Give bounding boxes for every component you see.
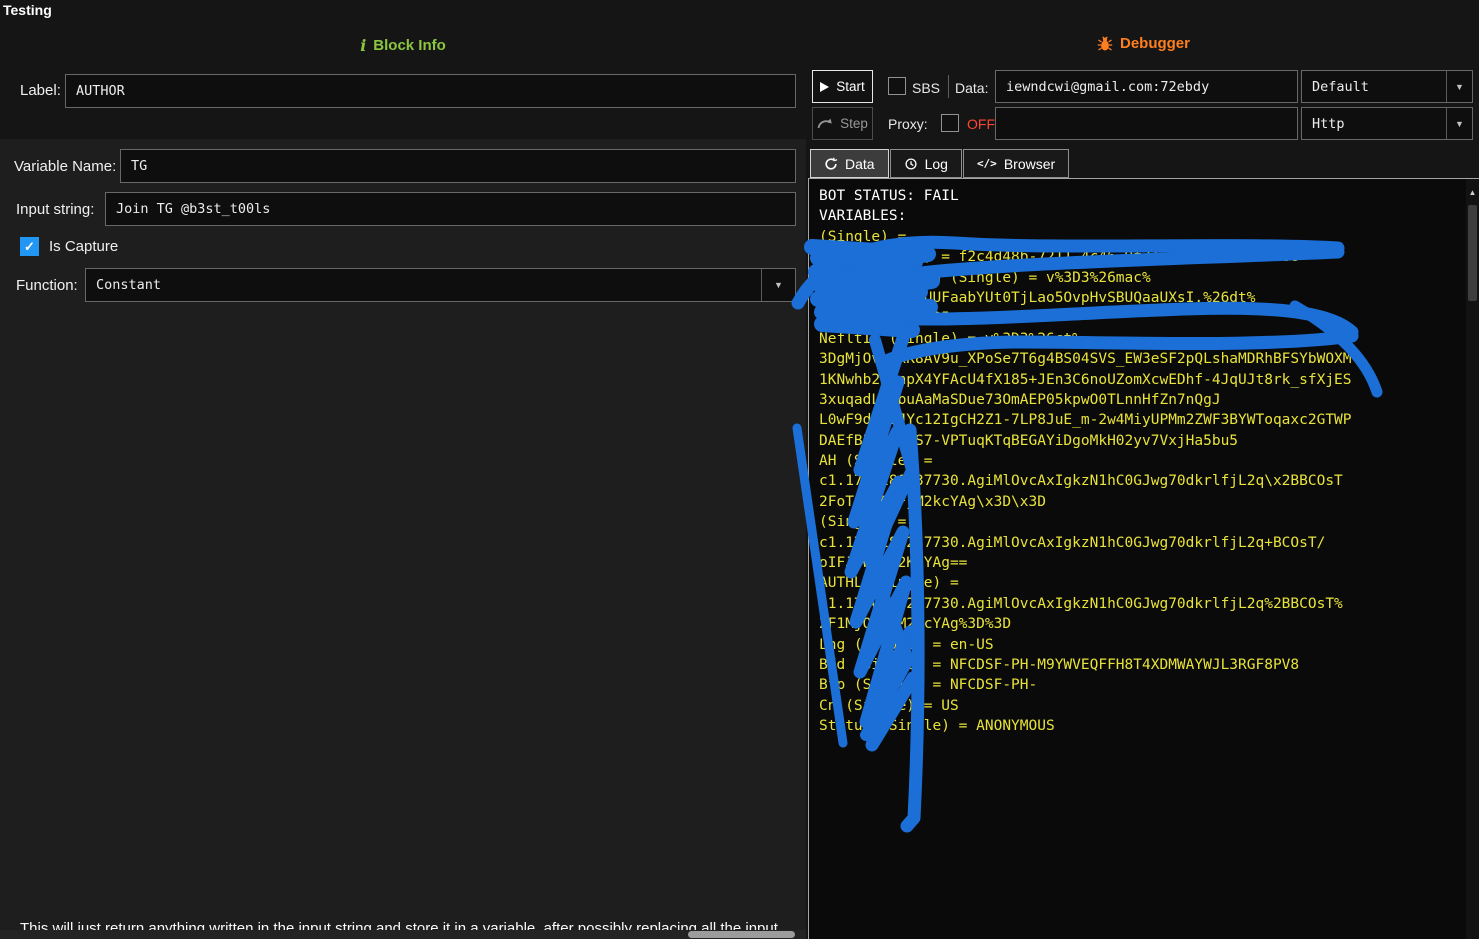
tab-browser-label: Browser: [1004, 156, 1055, 172]
tab-log[interactable]: Log: [890, 149, 962, 178]
block-info-title: Block Info: [373, 37, 446, 54]
dropdown-arrow-box[interactable]: ▼: [761, 269, 795, 301]
variable-name-input[interactable]: [120, 149, 796, 183]
info-icon: i: [360, 36, 366, 55]
play-icon: [820, 82, 829, 92]
block-info-panel-background: [0, 139, 806, 939]
horizontal-scrollbar-thumb[interactable]: [688, 931, 795, 938]
tab-log-label: Log: [925, 156, 948, 172]
log-variables-header: VARIABLES:: [819, 206, 1463, 226]
wordlist-type-dropdown[interactable]: Default ▼: [1301, 70, 1473, 103]
sbs-label: SBS: [912, 80, 940, 96]
log-line: (Single) =: [819, 227, 1463, 247]
log-line: oIFJyWFjM2KcYAg==: [819, 553, 1463, 573]
step-button[interactable]: Step: [812, 107, 873, 140]
log-line: (Single) =: [819, 512, 1463, 532]
chevron-down-icon: ▼: [1455, 82, 1464, 92]
log-line: 3D1750280238025: [819, 308, 1463, 328]
log-line: AH (Single) =: [819, 451, 1463, 471]
proxy-checkbox[interactable]: ✓: [941, 114, 959, 132]
label-field-label: Label:: [20, 82, 61, 99]
checkmark-icon: ✓: [24, 240, 35, 253]
log-line: Status (Single) = ANONYMOUS: [819, 716, 1463, 736]
wordlist-type-value: Default: [1312, 79, 1369, 95]
log-line: c1.1750280237730.AgiMlOvcAxIgkzN1hC0GJwg…: [819, 533, 1463, 553]
horizontal-scrollbar[interactable]: [0, 930, 806, 939]
input-string-label: Input string:: [16, 201, 94, 218]
chevron-down-icon: ▼: [774, 280, 783, 290]
log-line: c1.1750280237730.AgiMlOvcAxIgkzN1hC0GJwg…: [819, 471, 1463, 491]
proxy-field-label: Proxy:: [888, 116, 928, 132]
step-arrow-icon: [817, 117, 833, 130]
tab-data[interactable]: Data: [810, 149, 889, 178]
tab-browser[interactable]: </> Browser: [963, 149, 1069, 178]
chevron-down-icon: ▼: [1455, 119, 1464, 129]
dropdown-arrow-box[interactable]: ▼: [1446, 71, 1472, 102]
debugger-header: Debugger: [808, 35, 1479, 52]
log-line: 3D17AQABABSDUUFaabYUt0TjLao5OvpHvSBUQaaU…: [819, 288, 1463, 308]
refresh-circle-icon: [824, 157, 838, 171]
log-vertical-scrollbar[interactable]: ▲: [1466, 179, 1479, 939]
log-line: fbsn (Single) = f2c4d48b-7211-4c46-9f21-…: [819, 247, 1463, 267]
label-input[interactable]: [65, 74, 796, 108]
function-dropdown[interactable]: Constant ▼: [85, 268, 796, 302]
log-line: NefltId (Single) = v%3D3%26ct%: [819, 329, 1463, 349]
scroll-up-arrow[interactable]: ▲: [1466, 189, 1479, 197]
log-line: c1.1750280237730.AgiMlOvcAxIgkzN1hC0GJwg…: [819, 594, 1463, 614]
divider: [948, 75, 949, 98]
proxy-type-dropdown[interactable]: Http ▼: [1301, 107, 1473, 140]
start-button[interactable]: Start: [812, 70, 873, 103]
page-title: Testing: [3, 2, 52, 18]
log-line: DAEfBLnO052S7-VPTuqKTqBEGAYiDgoMkH02yv7V…: [819, 431, 1463, 451]
proxy-status-badge: OFF: [967, 116, 995, 132]
debugger-title: Debugger: [1120, 35, 1190, 52]
proxy-type-value: Http: [1312, 116, 1345, 132]
log-line: 2FoT1MjOwFjM2kcYAg\x3D\x3D: [819, 492, 1463, 512]
log-line: ecrcoNatelixId (Single) = v%3D3%26mac%: [819, 268, 1463, 288]
proxy-input[interactable]: [995, 107, 1298, 140]
data-field-label: Data:: [955, 80, 988, 96]
function-label: Function:: [16, 277, 78, 294]
history-clock-icon: [904, 157, 918, 171]
debugger-log-output: BOT STATUS: FAIL VARIABLES: (Single) = f…: [808, 178, 1479, 939]
log-line: AUTHL (Single) =: [819, 573, 1463, 593]
log-line: Lng (Single) = en-US: [819, 635, 1463, 655]
data-input[interactable]: [995, 70, 1298, 103]
log-line: Bfd (Single) = NFCDSF-PH-M9YWVEQFFH8T4XD…: [819, 655, 1463, 675]
dropdown-arrow-box[interactable]: ▼: [1446, 108, 1472, 139]
debugger-tabs: Data Log </> Browser: [810, 149, 1070, 178]
log-line: Bfp (Single) = NFCDSF-PH-: [819, 675, 1463, 695]
tab-data-label: Data: [845, 156, 875, 172]
log-line: 1KNwhb2RZnpX4YFAcU4fX185+JEn3C6noUZomXcw…: [819, 370, 1463, 390]
is-capture-label: Is Capture: [49, 238, 118, 255]
log-scrollbar-thumb[interactable]: [1468, 205, 1477, 301]
start-button-label: Start: [836, 79, 865, 94]
bug-icon: [1097, 36, 1113, 52]
sbs-checkbox[interactable]: ✓: [888, 77, 906, 95]
step-button-label: Step: [840, 116, 868, 131]
block-info-header: i Block Info: [0, 36, 806, 55]
log-line: L0wF9dnY8JYc12IgCH2Z1-7LP8JuE_m-2w4MiyUP…: [819, 410, 1463, 430]
log-line: 3DgMjOvcAxK8AV9u_XPoSe7T6g4BS04SVS_EW3eS…: [819, 349, 1463, 369]
log-line: 3xuqadLu/buAaMaSDue73OmAEP05kpwO0TLnnHfZ…: [819, 390, 1463, 410]
log-bot-status: BOT STATUS: FAIL: [819, 186, 1463, 206]
is-capture-checkbox[interactable]: ✓: [20, 237, 39, 256]
log-line: Cn (Single) = US: [819, 696, 1463, 716]
function-selected-value: Constant: [96, 277, 161, 293]
variable-name-label: Variable Name:: [14, 158, 116, 175]
input-string-input[interactable]: [105, 192, 796, 226]
code-brackets-icon: </>: [977, 157, 997, 170]
log-line: 2F1MjOwFjM2kcYAg%3D%3D: [819, 614, 1463, 634]
